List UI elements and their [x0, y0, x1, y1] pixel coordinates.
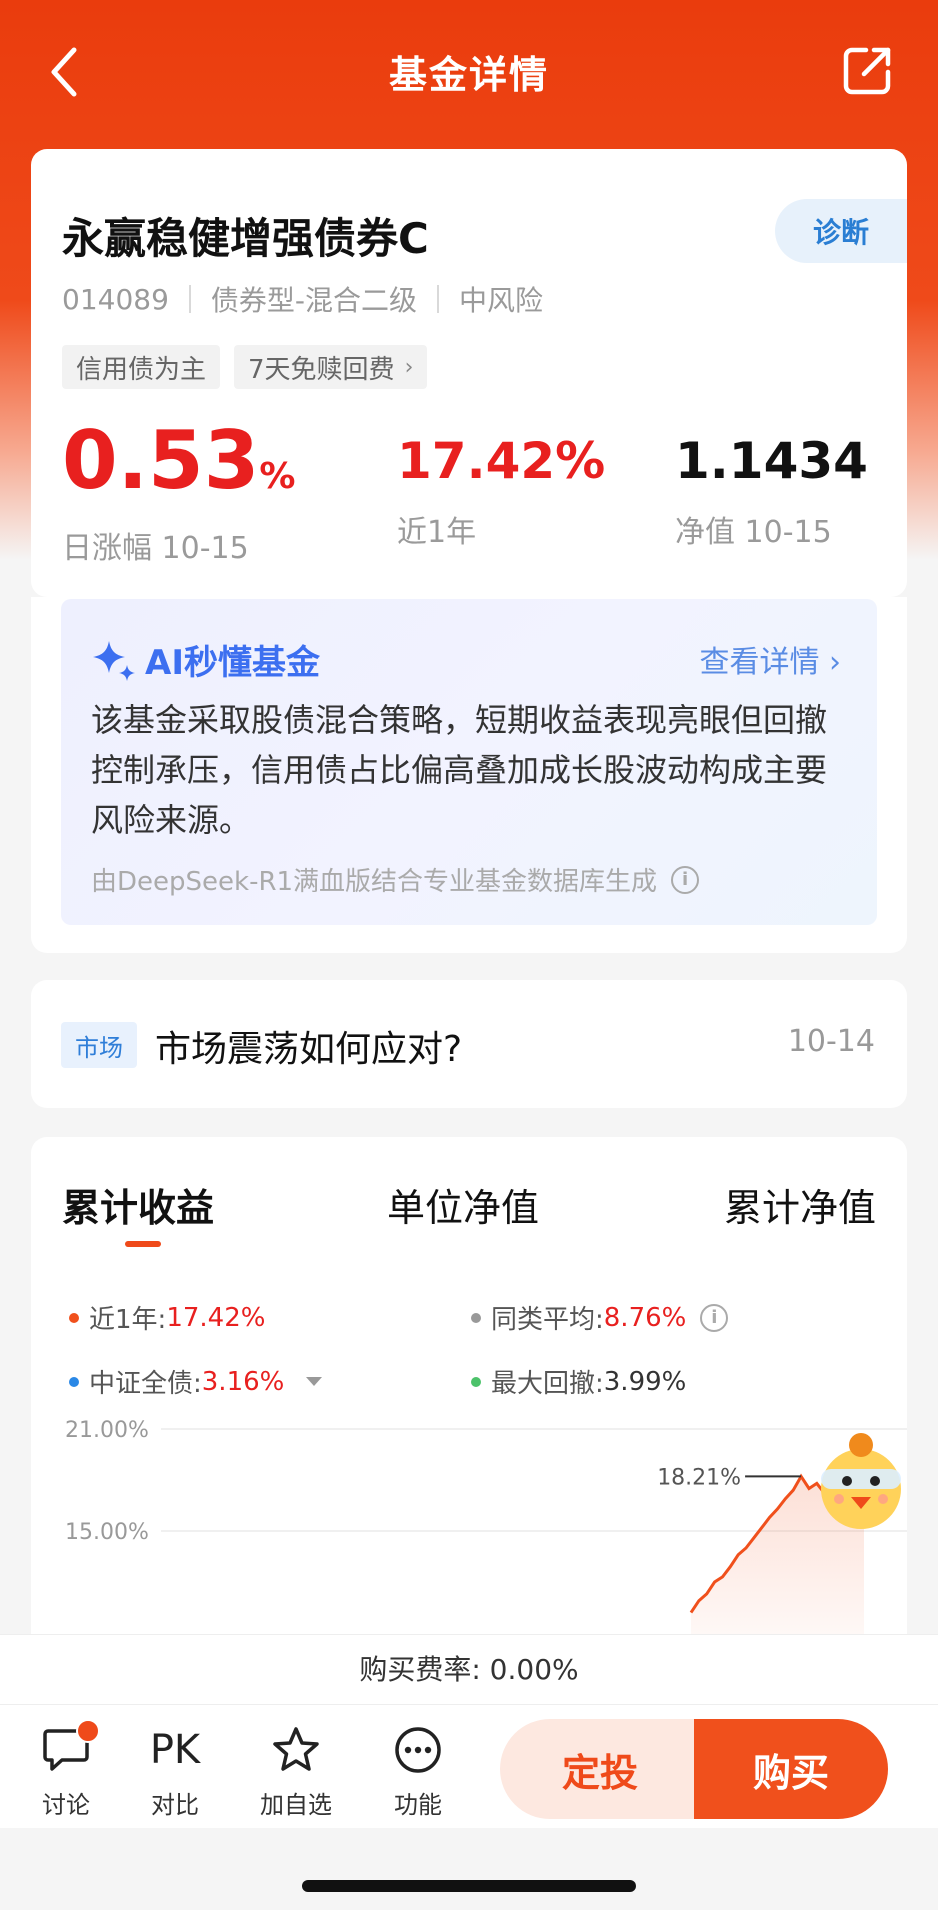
- tag-redemption-fee[interactable]: 7天免赎回费 ›: [234, 345, 428, 389]
- home-indicator-area: [0, 1828, 938, 1910]
- divider: [437, 285, 439, 313]
- ai-summary-box[interactable]: AI秒懂基金 查看详情 › 该基金采取股债混合策略，短期收益表现亮眼但回撤控制承…: [61, 599, 877, 925]
- sparkle-icon: [93, 640, 135, 681]
- fund-type: 债券型-混合二级: [210, 284, 417, 317]
- star-icon: [273, 1727, 319, 1771]
- more-icon: [395, 1727, 441, 1773]
- daily-change-value: 0.53: [62, 414, 260, 507]
- market-title: 市场震荡如何应对?: [155, 1029, 463, 1070]
- fund-name: 永赢稳健增强债券C: [62, 214, 429, 263]
- buy-button[interactable]: 购买: [694, 1719, 888, 1819]
- discuss-button[interactable]: 讨论: [26, 1719, 106, 1820]
- market-date: 10-14: [787, 1024, 875, 1059]
- one-year-label: 近1年: [397, 515, 477, 550]
- share-button[interactable]: [842, 44, 894, 96]
- peak-label: 18.21%: [657, 1465, 741, 1490]
- bottom-action-bar: 讨论 PK 对比 加自选 功能 定投 购买: [0, 1704, 938, 1828]
- nav-stat: 1.1434 净值 10-15: [675, 421, 868, 551]
- compare-button[interactable]: PK 对比: [135, 1725, 215, 1820]
- ai-source-note: 由DeepSeek-R1满血版结合专业基金数据库生成 i: [91, 861, 700, 898]
- auto-invest-button[interactable]: 定投: [500, 1719, 700, 1819]
- ai-view-details-link[interactable]: 查看详情 ›: [699, 637, 841, 681]
- market-tag: 市场: [61, 1022, 137, 1068]
- fund-code: 014089: [62, 282, 169, 316]
- daily-change-label: 日涨幅 10-15: [62, 531, 249, 566]
- diagnose-button[interactable]: 诊断: [775, 199, 907, 263]
- chevron-right-icon: ›: [404, 354, 414, 380]
- pk-icon: PK: [149, 1727, 201, 1773]
- return-chart[interactable]: 21.00% 15.00% 18.21%: [31, 1137, 907, 1657]
- fund-tags: 信用债为主 7天免赎回费 ›: [62, 345, 428, 389]
- daily-change-unit: %: [259, 456, 296, 497]
- more-functions-button[interactable]: 功能: [378, 1725, 458, 1820]
- share-icon: [843, 47, 891, 95]
- add-watchlist-button[interactable]: 加自选: [256, 1725, 336, 1820]
- one-year-value: 17.42%: [397, 432, 606, 490]
- y-tick-label: 15.00%: [65, 1520, 149, 1545]
- fund-summary-card: 永赢稳健增强债券C 诊断 014089 债券型-混合二级 中风险 信用债为主 7…: [31, 149, 907, 597]
- notification-badge: [76, 1719, 100, 1743]
- mascot-chick-icon[interactable]: [821, 1433, 901, 1529]
- top-navigation-bar: 基金详情: [0, 0, 938, 140]
- home-indicator[interactable]: [302, 1880, 636, 1892]
- performance-chart-card: 累计收益 单位净值 累计净值 近1年: 17.42% 同类平均: 8.76% i 中…: [31, 1137, 907, 1657]
- fund-risk: 中风险: [459, 284, 544, 317]
- ai-title: AI秒懂基金: [91, 635, 320, 684]
- purchase-fee-rate: 购买费率: 0.00%: [0, 1634, 938, 1704]
- tag-credit-bond: 信用债为主: [62, 345, 221, 389]
- market-news-card[interactable]: 市场 市场震荡如何应对? 10-14: [31, 980, 907, 1108]
- y-tick-label: 21.00%: [65, 1418, 149, 1443]
- divider: [188, 285, 191, 313]
- info-icon[interactable]: i: [671, 865, 700, 894]
- one-year-stat: 17.42% 近1年: [397, 421, 605, 551]
- daily-change-stat: 0.53% 日涨幅 10-15: [62, 421, 295, 567]
- fund-meta: 014089 债券型-混合二级 中风险: [62, 279, 543, 319]
- nav-label: 净值 10-15: [675, 515, 832, 550]
- ai-summary-section: AI秒懂基金 查看详情 › 该基金采取股债混合策略，短期收益表现亮眼但回撤控制承…: [31, 597, 907, 953]
- nav-value: 1.1434: [675, 432, 868, 490]
- ai-summary-text: 该基金采取股债混合策略，短期收益表现亮眼但回撤控制承压，信用债占比偏高叠加成长股…: [91, 701, 828, 839]
- page-title: 基金详情: [388, 53, 549, 97]
